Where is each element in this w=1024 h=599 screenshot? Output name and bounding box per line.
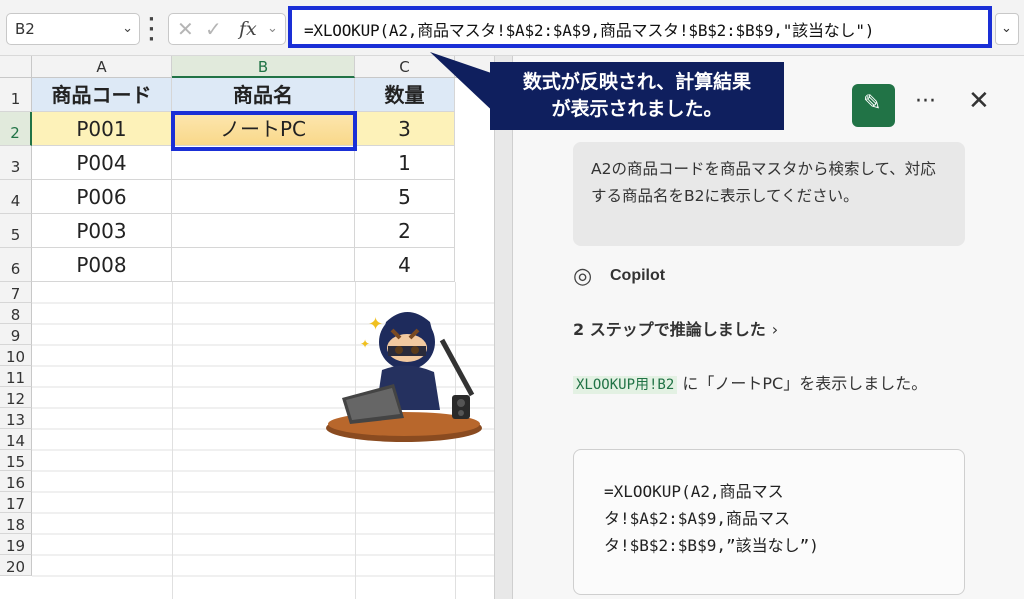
table-cell[interactable]: 3 [355,112,455,146]
table-cell[interactable] [172,214,355,248]
row-header[interactable]: 15 [0,450,32,471]
row-header[interactable]: 18 [0,513,32,534]
code-line: タ!$A$2:$A$9,商品マス [604,509,790,528]
table-cell[interactable] [172,180,355,214]
row-header[interactable]: 1 [0,78,32,112]
insert-function-button[interactable]: fx [239,18,257,40]
name-box[interactable]: B2 ⌄ [6,13,140,45]
copilot-icon: ◎ [573,264,593,289]
cancel-icon[interactable]: ✕ [177,17,194,41]
row-header[interactable]: 13 [0,408,32,429]
table-cell[interactable]: 2 [355,214,455,248]
chevron-right-icon: › [771,320,779,339]
row-header[interactable]: 10 [0,345,32,366]
expand-formula-button[interactable]: ⌄ [995,13,1019,45]
table-cell[interactable]: 1 [355,146,455,180]
user-message: A2の商品コードを商品マスタから検索して、対応する商品名をB2に表示してください… [573,142,965,246]
row-header[interactable]: 5 [0,214,32,248]
formula-code-block[interactable]: =XLOOKUP(A2,商品マス タ!$A$2:$A$9,商品マス タ!$B$2… [573,449,965,595]
callout-line: が表示されました。 [551,98,723,120]
table-cell[interactable]: 5 [355,180,455,214]
table-header-cell[interactable]: 商品コード [32,78,172,112]
row-header[interactable]: 20 [0,555,32,576]
table-cell[interactable] [172,146,355,180]
selected-cell-highlight [171,111,357,151]
row-header[interactable]: 14 [0,429,32,450]
pane-resize-handle[interactable] [494,56,513,599]
copilot-name: Copilot [610,267,666,284]
row-header[interactable]: 17 [0,492,32,513]
formula-bar-row: B2 ⌄ · · · ✕ ✓ fx ⌄ =XLOOKUP(A2,商品マスタ!$A$2… [0,0,1024,56]
row-header[interactable]: 4 [0,180,32,214]
formula-input[interactable]: =XLOOKUP(A2,商品マスタ!$A$2:$A$9,商品マスタ!$B$2:$… [288,6,992,48]
row-header[interactable]: 12 [0,387,32,408]
column-header-b[interactable]: B [172,56,355,78]
callout-line: 数式が反映され、計算結果 [522,71,752,93]
formula-text: =XLOOKUP(A2,商品マスタ!$A$2:$A$9,商品マスタ!$B$2:$… [304,21,875,40]
row-header[interactable]: 9 [0,324,32,345]
edit-icon: ✎ [863,91,882,116]
code-line: タ!$B$2:$B$9,”該当なし”) [604,536,819,555]
check-icon[interactable]: ✓ [205,17,222,41]
table-cell[interactable]: P003 [32,214,172,248]
table-header-cell[interactable]: 数量 [355,78,455,112]
steps-label: 2 ステップで推論しました [573,320,766,339]
answer-text: に「ノートPC」を表示しました。 [677,374,928,393]
row-header[interactable]: 19 [0,534,32,555]
select-all-corner[interactable] [0,56,32,78]
row-header[interactable]: 11 [0,366,32,387]
table-cell[interactable]: P008 [32,248,172,282]
svg-text:✦: ✦ [368,314,383,335]
table-cell[interactable]: P006 [32,180,172,214]
column-header-a[interactable]: A [32,56,172,78]
ninja-mascot-illustration: ✦ ✦ [326,312,482,442]
column-header-c[interactable]: C [355,56,455,78]
row-header[interactable]: 3 [0,146,32,180]
cell-reference-code: XLOOKUP用!B2 [573,376,678,394]
chevron-down-icon[interactable]: ⌄ [122,21,133,36]
annotation-callout: 数式が反映され、計算結果 が表示されました。 [490,62,784,130]
reasoning-steps-toggle[interactable]: 2 ステップで推論しました › [573,316,778,340]
table-header-cell[interactable]: 商品名 [172,78,355,112]
new-chat-button[interactable]: ✎ [852,84,895,127]
column-d-cells[interactable] [455,78,494,282]
name-box-value: B2 [15,20,35,38]
row-header[interactable]: 6 [0,248,32,282]
table-cell[interactable]: P004 [32,146,172,180]
table-cell[interactable]: 4 [355,248,455,282]
table-cell[interactable] [172,248,355,282]
code-line: =XLOOKUP(A2,商品マス [604,482,784,501]
row-header[interactable]: 8 [0,303,32,324]
assistant-answer: XLOOKUP用!B2 に「ノートPC」を表示しました。 [573,370,965,399]
close-icon[interactable]: ✕ [968,86,990,116]
svg-text:✦: ✦ [360,337,370,351]
vertical-dots-icon[interactable]: · · · [148,11,155,49]
row-header[interactable]: 16 [0,471,32,492]
formula-controls: ✕ ✓ fx ⌄ [168,13,286,45]
chevron-down-icon[interactable]: ⌄ [267,21,278,36]
table-cell[interactable]: P001 [32,112,172,146]
more-options-icon[interactable]: ··· [915,89,936,114]
column-header-d[interactable] [455,56,494,78]
copilot-pane: ✎ ··· ✕ A2の商品コードを商品マスタから検索して、対応する商品名をB2に… [513,56,1024,599]
row-header[interactable]: 7 [0,282,32,303]
chevron-down-icon: ⌄ [1001,21,1012,36]
row-header[interactable]: 2 [0,112,32,146]
